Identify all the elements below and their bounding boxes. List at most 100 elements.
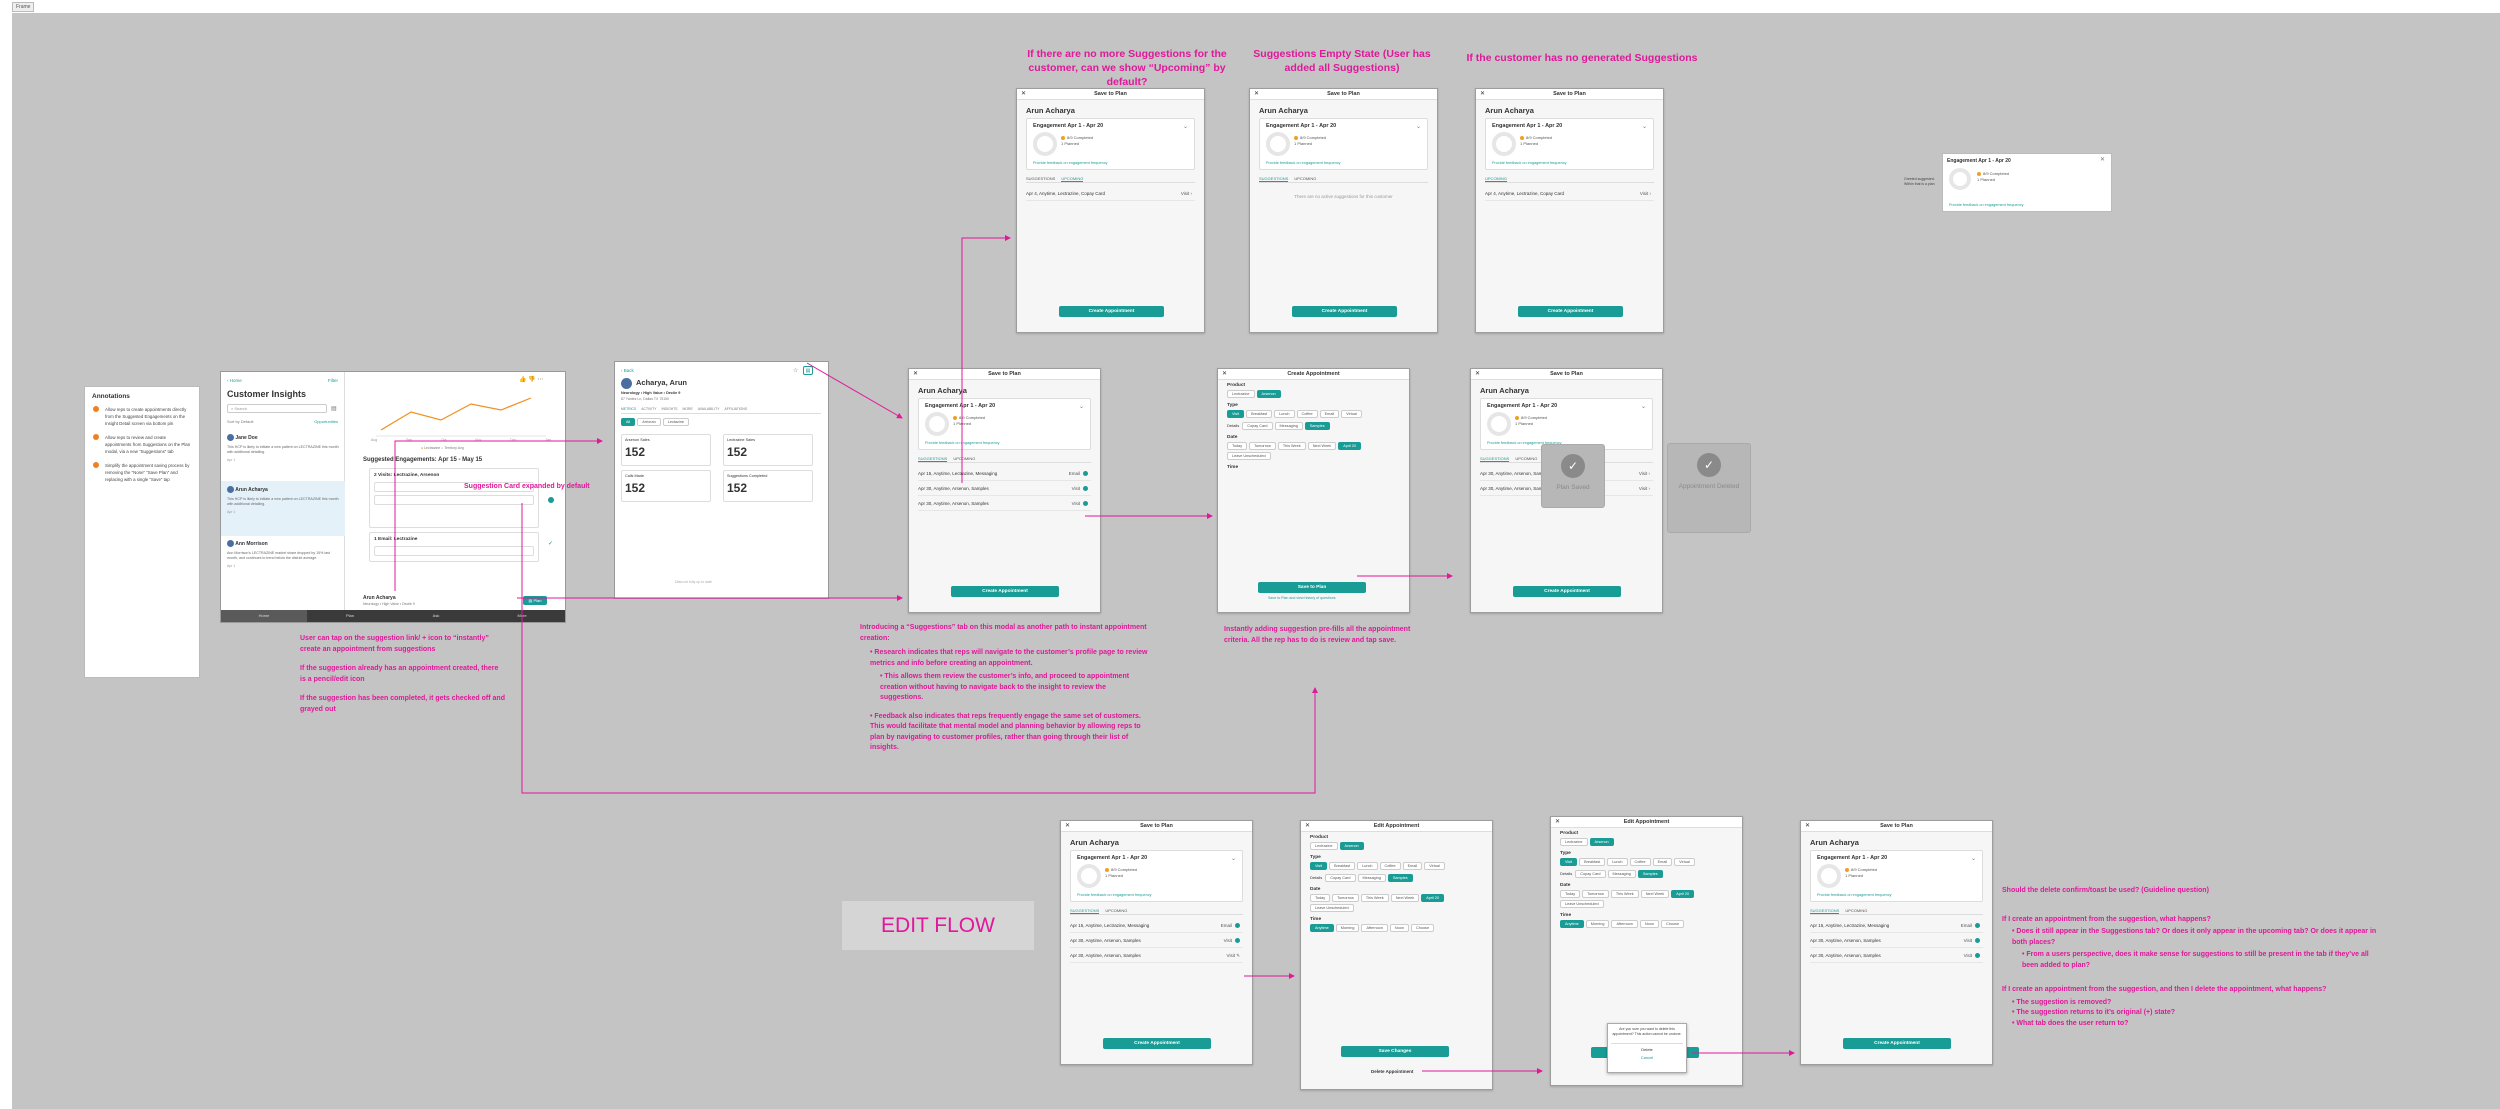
chip-arsenon[interactable]: Arsenon [1589,838,1614,846]
chip-coffee[interactable]: Coffee [1296,410,1318,418]
filter-button[interactable]: Filter [328,378,338,383]
create-appointment-button[interactable]: Create Appointment [1292,306,1397,317]
chip-lectrazine[interactable]: Lectrazine [1560,838,1588,846]
chip-today[interactable]: Today [1560,890,1581,898]
create-appointment-button[interactable]: Create Appointment [951,586,1059,597]
chip-april-20[interactable]: April 20 [1671,890,1695,898]
chip-visit[interactable]: Visit [1560,858,1578,866]
tab-affiliations[interactable]: AFFILIATIONS [724,407,747,411]
chip-morning[interactable]: Morning [1335,924,1360,932]
suggestion-card[interactable]: 1 Email: Lectrazine [369,532,539,562]
suggestion-row[interactable]: Apr 30, Anytime, Arsenon, Samples Visit [918,481,1091,496]
chip-samples[interactable]: Samples [1387,874,1413,882]
chip-arsenon[interactable]: Arsenon [1339,842,1364,850]
chip-anytime[interactable]: Anytime [1310,924,1334,932]
tab-more[interactable]: MORE [683,407,693,411]
chip-next-week[interactable]: Next Week [1307,442,1337,450]
tab-suggestions[interactable]: SUGGESTIONS [918,456,948,462]
tab-plan[interactable]: Plan [307,610,393,622]
engagement-card[interactable]: Engagement Apr 1 - Apr 20 ⌄ 8/9 Completed 1… [1480,398,1653,450]
chip-copay-card[interactable]: Copay Card [1242,422,1273,430]
feedback-link[interactable]: Provide feedback on engagement frequency [1492,161,1567,165]
tab-upcoming[interactable]: UPCOMING [1061,176,1084,182]
engagement-card[interactable]: Engagement Apr 1 - Apr 20 ⌄ 8/9 Completed 1… [1810,850,1983,902]
chip-lectazine[interactable]: Lectazine [662,418,690,426]
upcoming-row[interactable]: Apr 4, Anytime, Lectrazine, Copay Card Vi… [1026,186,1195,201]
chip-email[interactable]: Email [1319,410,1340,418]
chip-arrioran[interactable]: Arrioran [637,418,661,426]
suggestion-row[interactable]: Apr 30, Anytime, Arsenon, Samples Visit [1810,948,1983,963]
chip-afternoon[interactable]: Afternoon [1361,924,1388,932]
chip-today[interactable]: Today [1310,894,1331,902]
chip-virtual[interactable]: Virtual [1341,410,1362,418]
insight-item[interactable]: Ann Morrison Ann Morrison's LECTRAZINE m… [221,536,345,588]
chip-lectrazine[interactable]: Lectrazine [1227,390,1255,398]
chip-messaging[interactable]: Messaging [1357,874,1386,882]
chip-choose[interactable]: Choose [1410,924,1435,932]
chip-morning[interactable]: Morning [1585,920,1610,928]
tab-home[interactable]: Home [221,610,307,622]
feedback-link[interactable]: Provide feedback on engagement frequency [925,441,1000,445]
chip-leave-unscheduled[interactable]: Leave Unscheduled [1310,904,1354,912]
feedback-link[interactable]: Provide feedback on engagement frequency [1949,203,2024,207]
chip-lunch[interactable]: Lunch [1274,410,1295,418]
create-appointment-button[interactable]: Create Appointment [1518,306,1623,317]
suggestion-row[interactable]: Apr 15, Anytime, Lectrazine, Messaging Em… [1810,918,1983,933]
chip-this-week[interactable]: This Week [1610,890,1639,898]
chip-coffee[interactable]: Coffee [1629,858,1651,866]
close-icon[interactable]: ✕ [1475,369,1480,380]
view-toggle[interactable]: Opportunities [314,419,338,424]
chip-samples[interactable]: Samples [1637,870,1663,878]
upcoming-row[interactable]: Apr 4, Anytime, Lectrazine, Copay Card Vi… [1485,186,1654,201]
chip-virtual[interactable]: Virtual [1424,862,1445,870]
chevron-down-icon[interactable]: ⌄ [1641,403,1646,410]
chevron-down-icon[interactable]: ⌄ [1183,123,1188,130]
calendar-icon[interactable]: ▤ [331,405,337,412]
suggestion-card[interactable]: 2 Visits: Lectrazine, Arsenon [369,468,539,528]
home-back-link[interactable]: ‹ Home [227,378,242,383]
tab-activity[interactable]: ACTIVITY [641,407,656,411]
chip-lunch[interactable]: Lunch [1607,858,1628,866]
tab-suggestions[interactable]: SUGGESTIONS [1480,456,1510,462]
suggestion-row[interactable]: Apr 15, Anytime, Lectrazine, Messaging Em… [918,466,1091,481]
chip-copay-card[interactable]: Copay Card [1325,874,1356,882]
chip-breakfast[interactable]: Breakfast [1246,410,1273,418]
chip-visit[interactable]: Visit [1310,862,1328,870]
insight-item-selected[interactable]: Arun Acharya This HCP is likely to initi… [221,482,345,536]
add-suggestion-icon[interactable] [548,497,554,503]
chip-leave-unscheduled[interactable]: Leave Unscheduled [1227,452,1271,460]
back-link[interactable]: ‹ Back [621,368,634,373]
close-icon[interactable]: ✕ [1254,89,1259,100]
close-icon[interactable]: ✕ [1021,89,1026,100]
tab-upcoming[interactable]: UPCOMING [953,456,975,461]
chip-next-week[interactable]: Next Week [1390,894,1420,902]
tab-suggestions[interactable]: SUGGESTIONS [1810,908,1840,914]
engagement-card[interactable]: Engagement Apr 1 - Apr 20 ⌄ 8/9 Completed 1… [1485,118,1654,170]
save-to-plan-button[interactable]: Save to Plan [1258,582,1366,593]
chip-email[interactable]: Email [1402,862,1423,870]
chip-breakfast[interactable]: Breakfast [1579,858,1606,866]
close-icon[interactable]: ✕ [1222,369,1227,380]
chip-afternoon[interactable]: Afternoon [1611,920,1638,928]
chip-coffee[interactable]: Coffee [1379,862,1401,870]
create-appointment-button[interactable]: Create Appointment [1059,306,1164,317]
add-icon[interactable] [1083,486,1088,492]
chevron-down-icon[interactable]: ⌄ [1231,855,1236,862]
add-icon[interactable] [1083,501,1088,507]
tab-suggestions[interactable]: SUGGESTIONS [1259,176,1289,182]
feedback-link[interactable]: Provide feedback on engagement frequency [1033,161,1108,165]
close-icon[interactable]: ✕ [913,369,918,380]
close-icon[interactable]: ✕ [1480,89,1485,100]
chip-breakfast[interactable]: Breakfast [1329,862,1356,870]
tab-ask[interactable]: Ask [393,610,479,622]
engagement-card[interactable]: Engagement Apr 1 - Apr 20 ⌄ 8/9 Completed 1… [1070,850,1243,902]
chip-this-week[interactable]: This Week [1360,894,1389,902]
chip-today[interactable]: Today [1227,442,1248,450]
engagement-card[interactable]: Engagement Apr 1 - Apr 20 ⌄ 8/9 Completed 1… [1259,118,1428,170]
star-icon[interactable]: ☆ [793,367,798,374]
feedback-link[interactable]: Provide feedback on engagement frequency [1817,893,1892,897]
thumbs-icons[interactable]: 👍 👎 ⋯ [519,376,543,383]
tab-upcoming[interactable]: UPCOMING [1845,908,1867,913]
chip-april-20[interactable]: April 20 [1338,442,1362,450]
suggestion-row[interactable]: Apr 30, Anytime, Arsenon, Samples Visit [1810,933,1983,948]
